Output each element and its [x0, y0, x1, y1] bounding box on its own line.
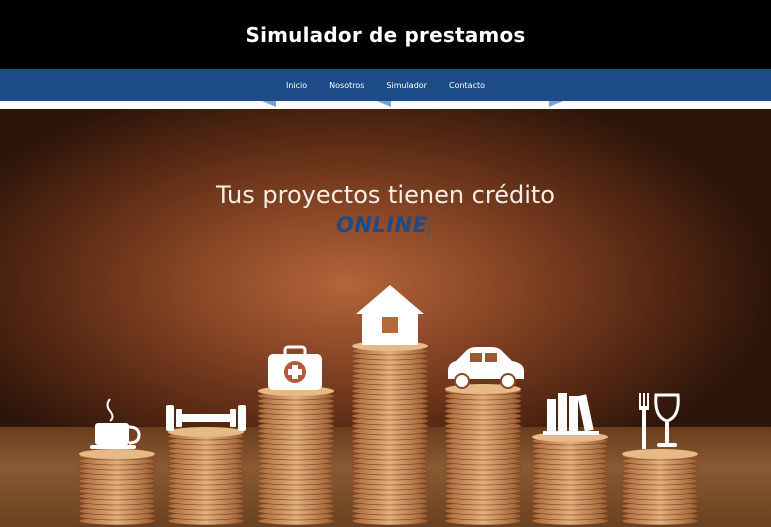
coin-stack [531, 432, 609, 526]
coin-stack [257, 386, 335, 526]
coin-stacks-illustration [78, 285, 699, 526]
coin-stack [78, 449, 156, 526]
nav-item-simulador[interactable]: Simulador [386, 81, 427, 90]
car-icon [448, 347, 524, 389]
house-icon [356, 285, 424, 345]
nav-decor-left [262, 101, 276, 107]
hero-banner: Tus proyectos tienen crédito ONLINE [0, 109, 771, 527]
coin-stack [621, 449, 699, 526]
coffee-cup-icon [90, 398, 141, 449]
nav-decor-center [377, 101, 391, 107]
coin-stack [167, 427, 245, 526]
nav-item-contacto[interactable]: Contacto [449, 81, 485, 90]
nav-decor-right [549, 101, 563, 107]
fork-wine-icon [639, 393, 680, 449]
main-nav: Inicio Nosotros Simulador Contacto [0, 69, 771, 101]
site-header: Simulador de prestamos [0, 0, 771, 69]
nav-item-inicio[interactable]: Inicio [286, 81, 307, 90]
coin-stack [351, 341, 429, 526]
nav-item-nosotros[interactable]: Nosotros [329, 81, 364, 90]
site-title: Simulador de prestamos [245, 22, 526, 47]
books-icon [543, 393, 599, 435]
medical-kit-icon [268, 345, 322, 390]
coin-stack [444, 384, 522, 526]
